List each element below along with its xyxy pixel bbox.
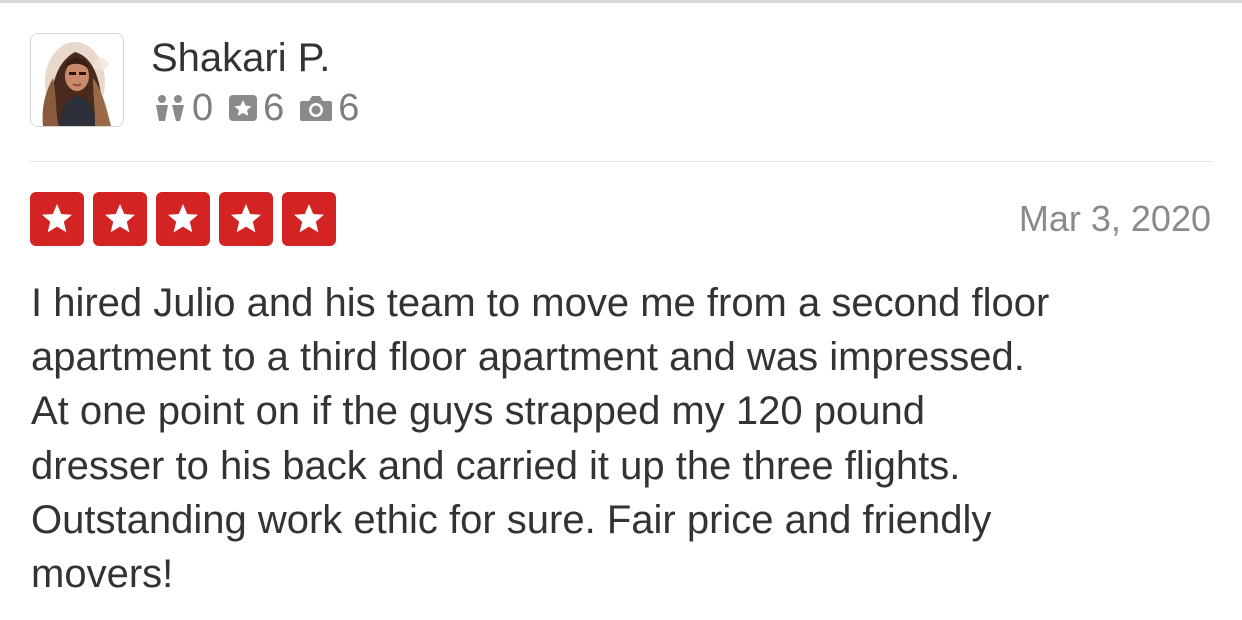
star-icon bbox=[105, 204, 135, 233]
rating-star bbox=[156, 192, 210, 246]
review-date: Mar 3, 2020 bbox=[1018, 198, 1211, 239]
rating-star bbox=[93, 192, 147, 246]
review-star-icon bbox=[229, 95, 258, 121]
star-icon bbox=[168, 204, 198, 233]
user-stats: 0 6 6 bbox=[154, 88, 373, 128]
review-text: I hired Julio and his team to move me fr… bbox=[31, 281, 1050, 597]
star-icon bbox=[231, 204, 261, 233]
header-divider bbox=[30, 161, 1212, 162]
rating-star bbox=[282, 192, 336, 246]
reviews-count: 6 bbox=[263, 87, 285, 129]
friends-count: 0 bbox=[192, 87, 214, 129]
star-icon bbox=[294, 204, 324, 233]
user-name[interactable]: Shakari P. bbox=[151, 34, 330, 82]
photos-count: 6 bbox=[338, 87, 360, 129]
photos-stat: 6 bbox=[298, 88, 359, 128]
avatar[interactable] bbox=[30, 33, 124, 127]
friends-stat: 0 bbox=[154, 88, 213, 128]
star-icon bbox=[42, 204, 72, 233]
top-divider bbox=[0, 0, 1242, 3]
star-rating bbox=[30, 192, 345, 246]
user-photo bbox=[31, 34, 123, 126]
rating-star bbox=[219, 192, 273, 246]
rating-star bbox=[30, 192, 84, 246]
reviews-stat: 6 bbox=[227, 88, 284, 128]
camera-icon bbox=[300, 96, 333, 121]
friends-icon bbox=[156, 95, 184, 121]
